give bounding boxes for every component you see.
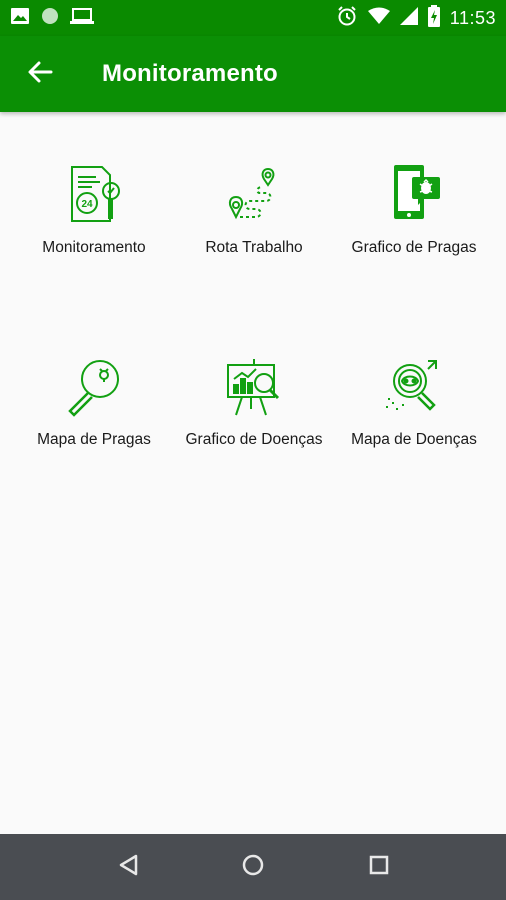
status-right-icons: 11:53 <box>336 4 496 32</box>
status-time: 11:53 <box>449 7 496 28</box>
tile-label: Grafico de Pragas <box>351 239 477 256</box>
tile-label: Grafico de Doenças <box>185 431 323 448</box>
tile-mapa-de-doencas[interactable]: Mapa de Doenças <box>330 305 498 448</box>
arrow-left-icon <box>26 58 54 91</box>
system-nav-bar <box>0 834 506 900</box>
back-triangle-icon <box>117 853 139 882</box>
battery-charging-icon <box>427 4 440 32</box>
tile-rota-trabalho[interactable]: Rota Trabalho <box>170 113 338 256</box>
image-icon <box>10 7 30 30</box>
tile-mapa-de-pragas[interactable]: Mapa de Pragas <box>10 305 178 448</box>
tile-label: Mapa de Pragas <box>37 431 151 448</box>
magnifier-pest-icon <box>62 355 126 419</box>
nav-recents-button[interactable] <box>359 847 399 887</box>
signal-icon <box>399 6 418 30</box>
app-bar: Monitoramento <box>0 36 506 112</box>
nav-home-button[interactable] <box>233 847 273 887</box>
circle-icon <box>40 6 60 31</box>
svg-text:24: 24 <box>81 199 93 210</box>
monitoring-document-icon: 24 <box>62 163 126 227</box>
route-map-icon <box>222 163 286 227</box>
tablet-bug-icon <box>382 163 446 227</box>
wifi-icon <box>367 7 390 30</box>
status-bar: 11:53 <box>0 0 506 36</box>
page-title: Monitoramento <box>102 60 278 87</box>
home-circle-icon <box>241 853 265 882</box>
laptop-icon <box>70 7 94 30</box>
tile-label: Monitoramento <box>42 239 146 256</box>
tile-grafico-de-pragas[interactable]: Grafico de Pragas <box>330 113 498 256</box>
tile-monitoramento[interactable]: 24 Monitoramento <box>10 113 178 256</box>
chart-board-magnifier-icon <box>222 355 286 419</box>
tile-label: Rota Trabalho <box>205 239 303 256</box>
alarm-icon <box>336 5 358 32</box>
tile-label: Mapa de Doenças <box>351 431 477 448</box>
back-button[interactable] <box>12 46 68 102</box>
recents-square-icon <box>368 854 390 881</box>
nav-back-button[interactable] <box>108 847 148 887</box>
magnifier-disease-icon <box>382 355 446 419</box>
tile-grafico-de-doencas[interactable]: Grafico de Doenças <box>170 305 338 448</box>
status-left-icons <box>10 6 94 31</box>
